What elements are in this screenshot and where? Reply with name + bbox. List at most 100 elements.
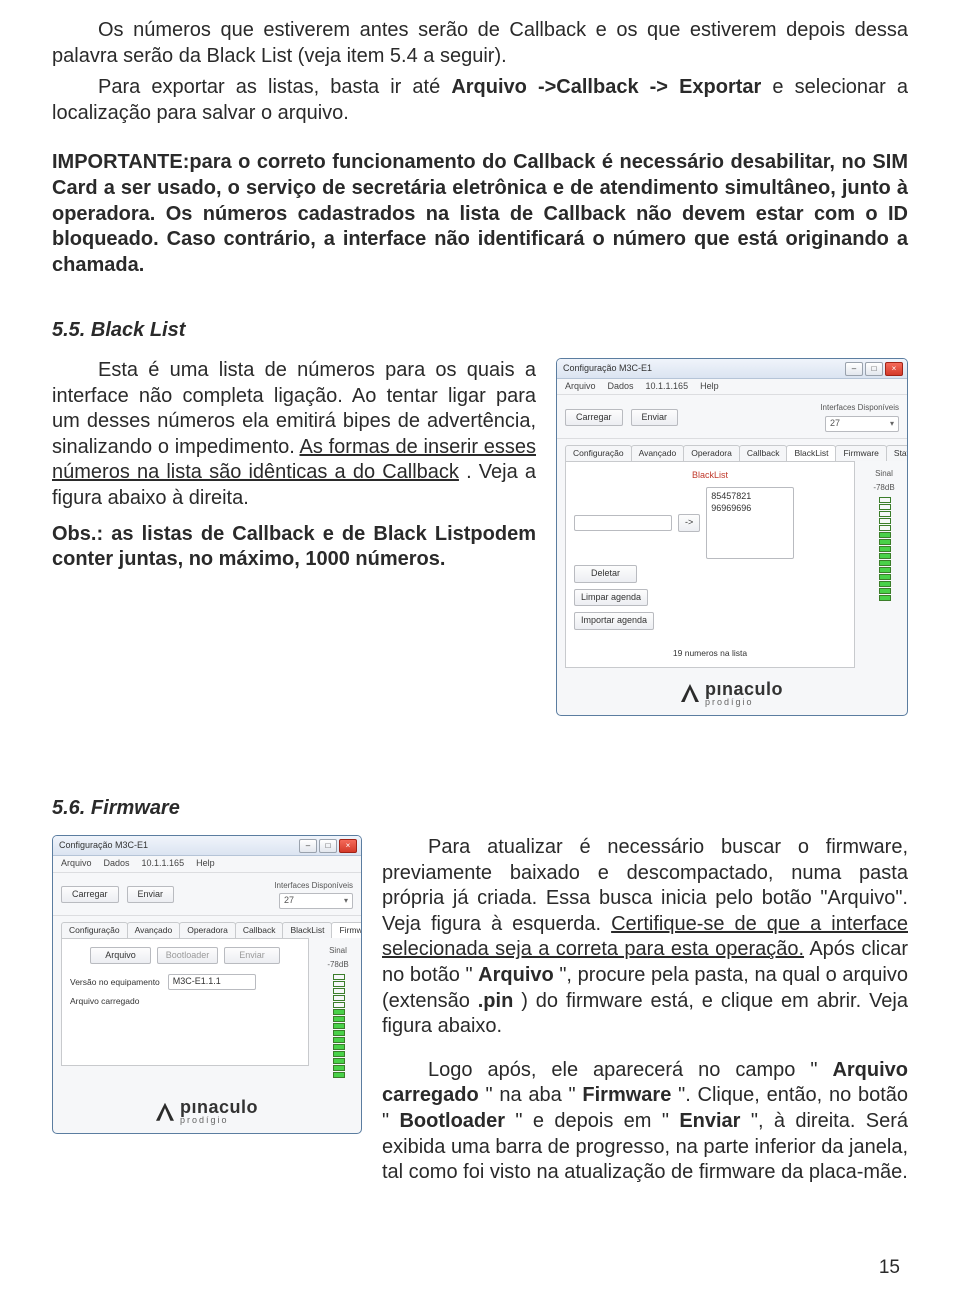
- page-number: 15: [879, 1256, 900, 1280]
- blacklist-count-label: 19 numeros na lista: [574, 648, 846, 659]
- interfaces-select[interactable]: 27 ▾: [279, 893, 353, 909]
- signal-indicator: Sinal -78dB: [323, 946, 353, 1078]
- firmware-panel: Arquivo Bootloader Enviar Versão no equi…: [61, 938, 309, 1066]
- window-title: Configuração M3C-E1: [59, 840, 148, 852]
- menu-item-help[interactable]: Help: [196, 858, 215, 870]
- signal-meter-icon: [879, 497, 889, 601]
- pinaculo-logo-icon: [156, 1103, 174, 1121]
- section-5-6-body: Para atualizar é necessário buscar o fir…: [382, 835, 908, 1192]
- bootloader-button[interactable]: Bootloader: [157, 947, 219, 965]
- paragraph: Para atualizar é necessário buscar o fir…: [382, 835, 908, 1040]
- text: " e depois em ": [515, 1110, 669, 1132]
- importar-agenda-button[interactable]: Importar agenda: [574, 612, 654, 630]
- menu-item-ip[interactable]: 10.1.1.165: [646, 381, 689, 393]
- close-icon[interactable]: ×: [885, 362, 903, 376]
- menu-item-arquivo[interactable]: Arquivo: [61, 858, 92, 870]
- carregar-button[interactable]: Carregar: [61, 886, 119, 904]
- signal-value: -78dB: [323, 960, 353, 970]
- paragraph: Esta é uma lista de números para os quai…: [52, 358, 536, 512]
- minimize-icon[interactable]: –: [299, 839, 317, 853]
- app-window-blacklist: Configuração M3C-E1 – □ × Arquivo Dados …: [556, 358, 908, 716]
- paragraph: Os números que estiverem antes serão de …: [52, 18, 908, 69]
- text-bold: .pin: [478, 990, 514, 1012]
- brand-name: pınaculo: [180, 1098, 258, 1116]
- tab-bar: Configuração Avançado Operadora Callback…: [53, 916, 361, 938]
- paragraph: Logo após, ele aparecerá no campo " Arqu…: [382, 1058, 908, 1186]
- window-controls: – □ ×: [299, 839, 357, 853]
- section-5-6-title: 5.6. Firmware: [52, 796, 908, 822]
- menu-item-dados[interactable]: Dados: [608, 381, 634, 393]
- blacklist-input[interactable]: [574, 515, 672, 531]
- menu-item-dados[interactable]: Dados: [104, 858, 130, 870]
- signal-meter-icon: [333, 974, 343, 1078]
- tab-avancado[interactable]: Avançado: [127, 922, 181, 938]
- tab-bar: Configuração Avançado Operadora Callback…: [557, 439, 907, 461]
- section-5-5-title: 5.5. Black List: [52, 318, 908, 344]
- versao-label: Versão no equipamento: [70, 977, 160, 988]
- chevron-down-icon: ▾: [890, 419, 894, 429]
- carregar-button[interactable]: Carregar: [565, 409, 623, 427]
- tab-callback[interactable]: Callback: [739, 445, 788, 461]
- window-controls: – □ ×: [845, 362, 903, 376]
- text-bold: Arquivo: [478, 964, 554, 986]
- interfaces-label: Interfaces Disponíveis: [274, 881, 353, 891]
- section-5-5-body: Esta é uma lista de números para os quai…: [52, 358, 536, 579]
- text-bold: Enviar: [679, 1110, 740, 1132]
- blacklist-listbox[interactable]: 85457821 96969696: [706, 487, 794, 559]
- tab-blacklist[interactable]: BlackList: [282, 922, 332, 938]
- signal-value: -78dB: [869, 483, 899, 493]
- menu-item-ip[interactable]: 10.1.1.165: [142, 858, 185, 870]
- enviar-fw-button[interactable]: Enviar: [224, 947, 280, 965]
- minimize-icon[interactable]: –: [845, 362, 863, 376]
- deletar-button[interactable]: Deletar: [574, 565, 637, 583]
- maximize-icon[interactable]: □: [319, 839, 337, 853]
- chevron-down-icon: ▾: [344, 896, 348, 906]
- tab-operadora[interactable]: Operadora: [179, 922, 236, 938]
- pinaculo-logo-icon: [681, 684, 699, 702]
- signal-indicator: Sinal -78dB: [869, 469, 899, 601]
- menu-bar: Arquivo Dados 10.1.1.165 Help: [557, 379, 907, 396]
- brand-footer: pınaculo prodígio: [557, 668, 907, 715]
- add-to-list-button[interactable]: ->: [678, 514, 700, 532]
- text-bold: Bootloader: [399, 1110, 505, 1132]
- signal-label: Sinal: [869, 469, 899, 479]
- signal-label: Sinal: [323, 946, 353, 956]
- arquivo-carregado-label: Arquivo carregado: [70, 996, 139, 1007]
- interfaces-value: 27: [284, 895, 294, 907]
- blacklist-title-label: BlackList: [692, 470, 728, 480]
- brand-footer: pınaculo prodígio: [53, 1086, 361, 1133]
- close-icon[interactable]: ×: [339, 839, 357, 853]
- maximize-icon[interactable]: □: [865, 362, 883, 376]
- text: Logo após, ele aparecerá no campo ": [428, 1059, 817, 1081]
- tab-callback[interactable]: Callback: [235, 922, 284, 938]
- text-bold: Firmware: [582, 1084, 671, 1106]
- enviar-button[interactable]: Enviar: [127, 886, 175, 904]
- window-title: Configuração M3C-E1: [563, 363, 652, 375]
- tab-configuracao[interactable]: Configuração: [565, 445, 632, 461]
- enviar-button[interactable]: Enviar: [631, 409, 679, 427]
- limpar-agenda-button[interactable]: Limpar agenda: [574, 589, 648, 607]
- menu-item-help[interactable]: Help: [700, 381, 719, 393]
- versao-value: M3C-E1.1.1: [168, 974, 256, 990]
- interfaces-select[interactable]: 27 ▾: [825, 416, 899, 432]
- interfaces-label: Interfaces Disponíveis: [820, 403, 899, 413]
- brand-name: pınaculo: [705, 680, 783, 698]
- menu-item-arquivo[interactable]: Arquivo: [565, 381, 596, 393]
- tab-operadora[interactable]: Operadora: [683, 445, 740, 461]
- arquivo-button[interactable]: Arquivo: [90, 947, 151, 965]
- brand-subtitle: prodígio: [705, 698, 783, 707]
- tab-firmware[interactable]: Firmware: [835, 445, 886, 461]
- tab-configuracao[interactable]: Configuração: [61, 922, 128, 938]
- text-bold: Arquivo ->Callback -> Exportar: [451, 76, 761, 98]
- list-item[interactable]: 85457821: [711, 490, 789, 502]
- tab-avancado[interactable]: Avançado: [631, 445, 685, 461]
- tab-firmware[interactable]: Firmware: [331, 922, 362, 938]
- app-window-firmware: Configuração M3C-E1 – □ × Arquivo Dados …: [52, 835, 362, 1134]
- tab-blacklist[interactable]: BlackList: [786, 445, 836, 461]
- list-item[interactable]: 96969696: [711, 502, 789, 514]
- brand-subtitle: prodígio: [180, 1116, 258, 1125]
- blacklist-panel: BlackList -> 85457821 96969696 Deletar: [565, 461, 855, 668]
- obs-note: Obs.: as listas de Callback e de Black L…: [52, 522, 536, 573]
- menu-bar: Arquivo Dados 10.1.1.165 Help: [53, 856, 361, 873]
- tab-status[interactable]: Status: [886, 445, 908, 461]
